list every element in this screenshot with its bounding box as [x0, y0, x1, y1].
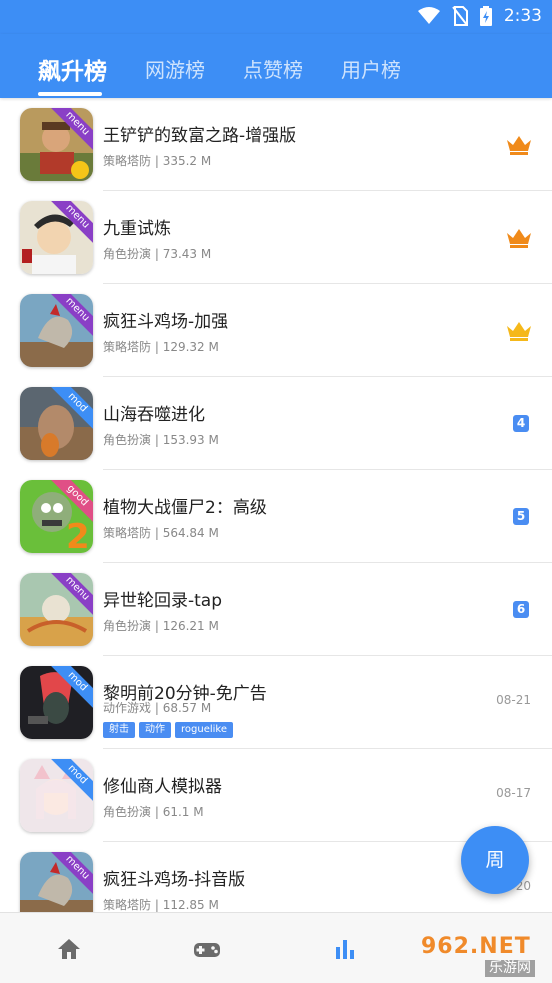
crown-icon — [507, 136, 531, 155]
app-title: 修仙商人模拟器 — [103, 777, 222, 797]
status-time: 2:33 — [503, 6, 542, 26]
app-icon: 2 good — [20, 480, 93, 553]
app-meta: 角色扮演 | 73.43 M — [103, 247, 212, 261]
tag[interactable]: 动作 — [139, 722, 171, 738]
app-title: 异世轮回录-tap — [103, 591, 223, 611]
list-item[interactable]: menu 异世轮回录-tap 角色扮演 | 126.21 M 6 — [0, 563, 552, 656]
tag[interactable]: roguelike — [175, 722, 233, 738]
app-meta: 策略塔防 | 335.2 M — [103, 154, 212, 168]
tab-online[interactable]: 网游榜 — [145, 54, 205, 83]
list-item[interactable]: menu 王铲铲的致富之路-增强版 策略塔防 | 335.2 M — [0, 98, 552, 191]
active-tab-indicator — [38, 92, 102, 96]
app-title: 九重试炼 — [103, 219, 171, 239]
update-date: 08-17 — [496, 786, 531, 800]
battery-icon — [479, 6, 492, 26]
app-meta: 策略塔防 | 564.84 M — [103, 526, 219, 540]
app-meta: 动作游戏 | 68.57 M — [103, 701, 212, 715]
status-icons: 2:33 — [417, 4, 542, 28]
tag[interactable]: 射击 — [103, 722, 135, 738]
app-title: 王铲铲的致富之路-增强版 — [103, 126, 297, 146]
app-title: 山海吞噬进化 — [103, 405, 205, 425]
app-icon: mod — [20, 387, 93, 460]
app-title: 植物大战僵尸2：高级 — [103, 498, 267, 518]
rank-badge: 6 — [513, 601, 529, 618]
update-date: 08-21 — [496, 693, 531, 707]
top-tab-bar: 飙升榜 网游榜 点赞榜 用户榜 — [0, 34, 552, 98]
watermark-brand: 962.NET — [421, 934, 531, 959]
ranking-list: menu 王铲铲的致富之路-增强版 策略塔防 | 335.2 M menu 九重… — [0, 98, 552, 912]
weekly-filter-button[interactable]: 周 — [461, 826, 529, 894]
tab-likes[interactable]: 点赞榜 — [243, 54, 303, 83]
list-item[interactable]: mod 山海吞噬进化 角色扮演 | 153.93 M 4 — [0, 377, 552, 470]
tab-users[interactable]: 用户榜 — [341, 54, 401, 83]
tag-list: 射击 动作 roguelike — [103, 722, 233, 738]
app-meta: 角色扮演 | 153.93 M — [103, 433, 219, 447]
tab-soaring[interactable]: 飙升榜 — [38, 52, 107, 86]
rank-badge: 5 — [513, 508, 529, 525]
app-title: 疯狂斗鸡场-抖音版 — [103, 870, 246, 890]
app-meta: 角色扮演 | 61.1 M — [103, 805, 204, 819]
site-watermark: 962.NET 乐游网 — [415, 934, 547, 978]
app-title: 疯狂斗鸡场-加强 — [103, 312, 229, 332]
home-icon[interactable] — [55, 935, 83, 963]
status-bar: 2:33 — [0, 0, 552, 34]
app-meta: 角色扮演 | 126.21 M — [103, 619, 219, 633]
app-icon: menu — [20, 201, 93, 274]
app-icon: menu — [20, 573, 93, 646]
app-icon: mod — [20, 759, 93, 832]
app-icon: menu — [20, 294, 93, 367]
no-sim-icon — [452, 6, 468, 26]
crown-icon — [507, 322, 531, 341]
svg-text:2: 2 — [66, 517, 90, 553]
app-icon: menu — [20, 108, 93, 181]
list-item[interactable]: menu 九重试炼 角色扮演 | 73.43 M — [0, 191, 552, 284]
wifi-icon — [417, 7, 440, 24]
list-item[interactable]: mod 黎明前20分钟-免广告 动作游戏 | 68.57 M 射击 动作 rog… — [0, 656, 552, 749]
gamepad-icon[interactable] — [192, 935, 222, 963]
app-meta: 策略塔防 | 112.85 M — [103, 898, 219, 912]
crown-icon — [507, 229, 531, 248]
watermark-sub: 乐游网 — [485, 960, 535, 977]
app-icon: mod — [20, 666, 93, 739]
app-meta: 策略塔防 | 129.32 M — [103, 340, 219, 354]
list-item[interactable]: menu 疯狂斗鸡场-加强 策略塔防 | 129.32 M — [0, 284, 552, 377]
list-item[interactable]: 2 good 植物大战僵尸2：高级 策略塔防 | 564.84 M 5 — [0, 470, 552, 563]
list-item[interactable]: mod 修仙商人模拟器 角色扮演 | 61.1 M 08-17 — [0, 749, 552, 842]
bar-chart-icon[interactable] — [331, 935, 359, 963]
app-icon: menu — [20, 852, 93, 912]
rank-badge: 4 — [513, 415, 529, 432]
